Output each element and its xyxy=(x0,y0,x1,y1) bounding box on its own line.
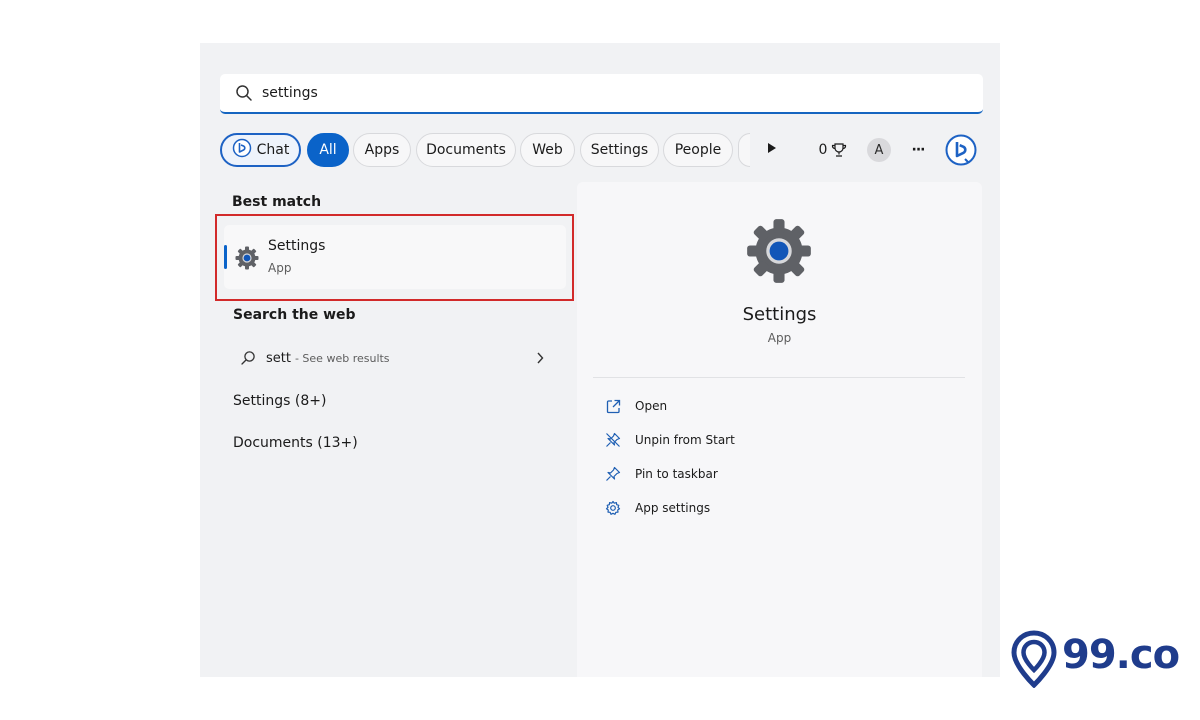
app-settings-action[interactable]: App settings xyxy=(605,498,710,518)
app-settings-action-label: App settings xyxy=(635,501,711,515)
filter-all[interactable]: All xyxy=(307,133,349,167)
bing-chat-icon xyxy=(232,138,252,162)
filter-overflow-chip[interactable] xyxy=(738,133,750,167)
pin-action-label: Pin to taskbar xyxy=(635,467,718,481)
filter-web-label: Web xyxy=(532,142,563,158)
play-icon xyxy=(767,142,777,158)
filter-documents-label: Documents xyxy=(426,142,506,158)
chevron-right-icon xyxy=(536,348,546,368)
bing-button[interactable] xyxy=(944,133,978,167)
more-icon: ··· xyxy=(911,142,926,158)
bing-icon xyxy=(945,134,977,166)
unpin-icon xyxy=(605,432,621,448)
account-avatar[interactable]: A xyxy=(866,133,892,167)
preview-title: Settings xyxy=(742,304,817,325)
search-web-header: Search the web xyxy=(233,307,356,323)
chat-chip-label: Chat xyxy=(256,142,290,158)
filter-people-label: People xyxy=(674,142,722,158)
rewards-points[interactable]: 0 xyxy=(814,133,852,167)
settings-group[interactable]: Settings (8+) xyxy=(233,393,326,409)
watermark-text: 99.co xyxy=(1062,632,1180,678)
search-icon xyxy=(234,83,254,103)
best-match-header: Best match xyxy=(232,194,322,210)
filter-bar: Chat All Apps Documents Web Settings Peo… xyxy=(220,133,980,167)
location-pin-icon xyxy=(1010,630,1058,692)
preview-pane: Settings App Open Unpin from Start Pin t… xyxy=(577,182,982,677)
avatar-initial: A xyxy=(867,138,891,162)
play-button[interactable] xyxy=(760,133,784,167)
trophy-icon xyxy=(831,142,847,158)
filter-web[interactable]: Web xyxy=(520,133,575,167)
open-action[interactable]: Open xyxy=(605,396,667,416)
start-search-panel: Chat All Apps Documents Web Settings Peo… xyxy=(200,43,1000,677)
web-query-text: sett xyxy=(266,350,291,366)
search-box[interactable] xyxy=(220,74,983,114)
highlight-annotation xyxy=(215,214,574,301)
watermark-logo: 99.co xyxy=(1010,630,1180,692)
web-search-result[interactable]: sett - See web results xyxy=(240,348,560,368)
web-results-hint: - See web results xyxy=(294,351,390,365)
documents-group[interactable]: Documents (13+) xyxy=(233,435,358,451)
gear-icon xyxy=(605,500,621,516)
filter-apps-label: Apps xyxy=(364,142,400,158)
pin-icon xyxy=(605,466,621,482)
unpin-from-start-action[interactable]: Unpin from Start xyxy=(605,430,735,450)
search-icon xyxy=(240,350,256,366)
pin-to-taskbar-action[interactable]: Pin to taskbar xyxy=(605,464,718,484)
open-action-label: Open xyxy=(635,399,668,413)
filter-settings[interactable]: Settings xyxy=(580,133,659,167)
more-options-button[interactable]: ··· xyxy=(906,133,930,167)
search-input[interactable] xyxy=(262,78,942,108)
preview-subtitle: App xyxy=(767,331,792,345)
filter-apps[interactable]: Apps xyxy=(353,133,411,167)
filter-people[interactable]: People xyxy=(663,133,733,167)
filter-settings-label: Settings xyxy=(590,142,649,158)
settings-gear-icon xyxy=(743,215,815,287)
preview-divider xyxy=(593,377,965,378)
filter-documents[interactable]: Documents xyxy=(416,133,516,167)
open-external-icon xyxy=(605,398,621,414)
unpin-action-label: Unpin from Start xyxy=(635,433,735,447)
chat-chip[interactable]: Chat xyxy=(220,133,301,167)
filter-all-label: All xyxy=(319,142,337,158)
rewards-points-count: 0 xyxy=(818,142,828,158)
